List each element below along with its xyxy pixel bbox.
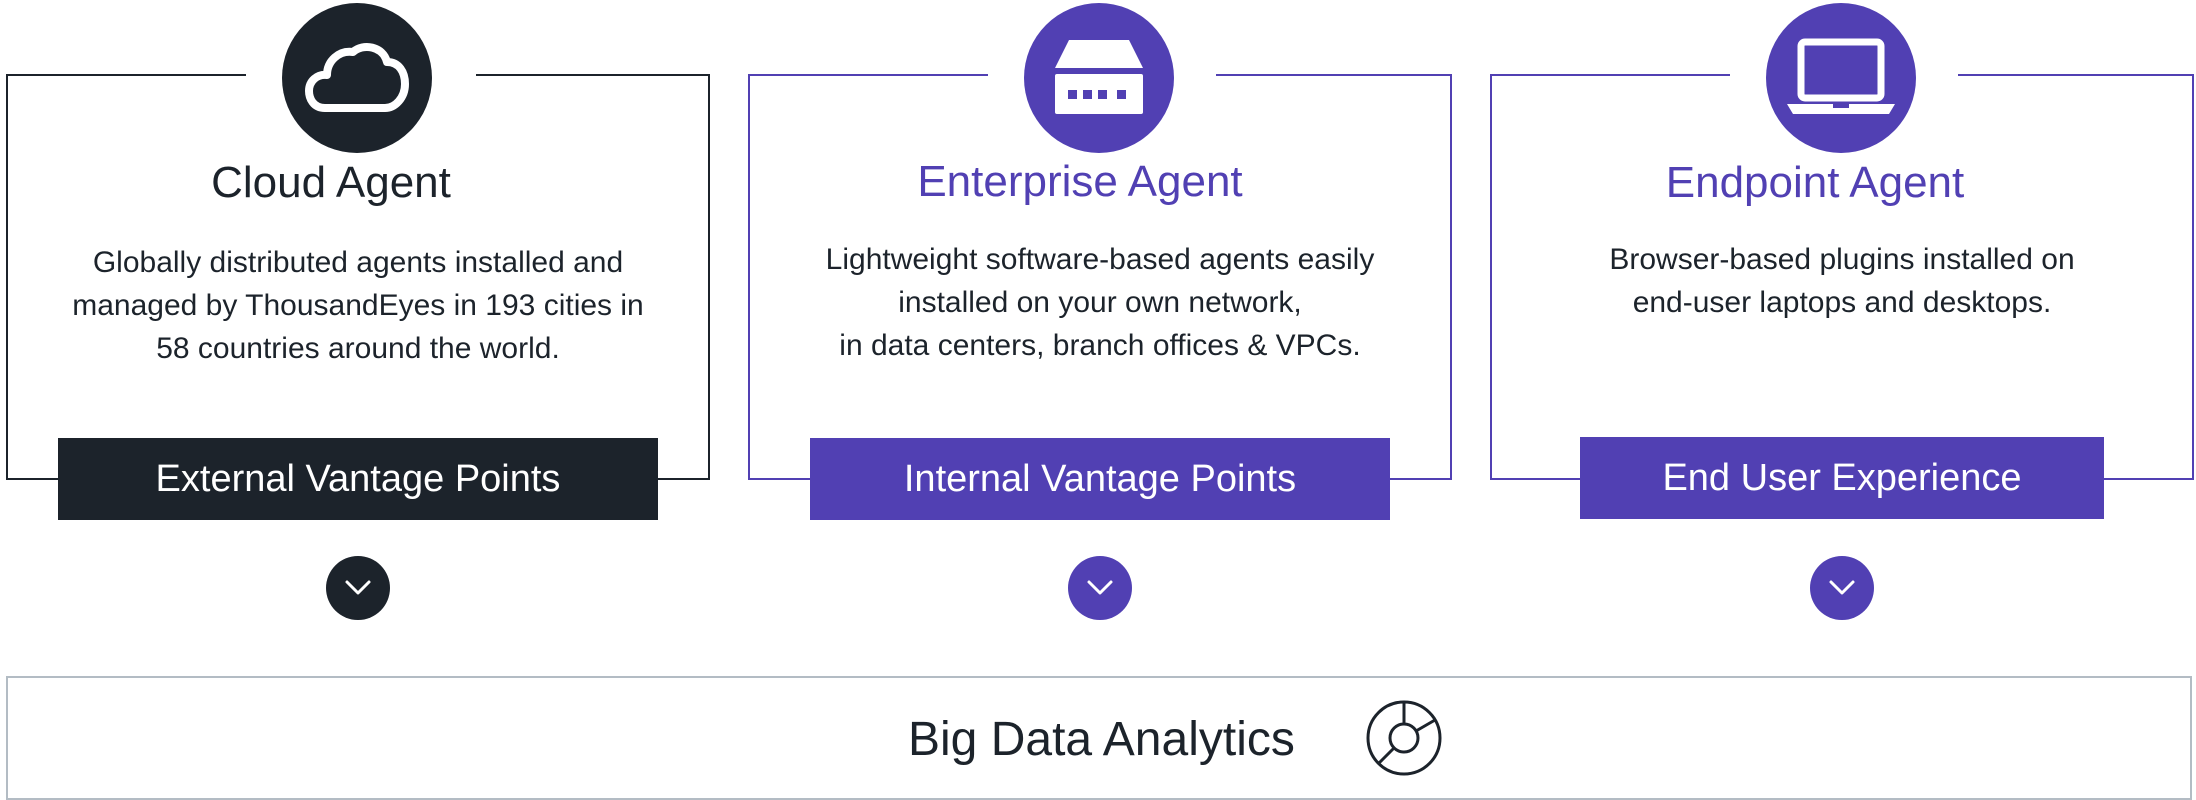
endpoint-agent-desc-line: Browser-based plugins installed on — [1609, 243, 2075, 276]
enterprise-agent-description: Lightweight software-based agents easily… — [748, 238, 1452, 367]
end-user-experience-banner: End User Experience — [1580, 437, 2104, 519]
enterprise-agent-chevron[interactable] — [1068, 556, 1132, 620]
pie-chart-icon — [1366, 700, 1442, 776]
enterprise-agent-desc-line: in data centers, branch offices & VPCs. — [839, 329, 1361, 362]
external-vantage-points-banner: External Vantage Points — [58, 438, 658, 520]
cloud-icon — [305, 43, 409, 112]
endpoint-agent-description: Browser-based plugins installed on end-u… — [1490, 238, 2194, 324]
internal-vantage-points-banner: Internal Vantage Points — [810, 438, 1390, 520]
chevron-down-icon — [1829, 580, 1855, 595]
endpoint-agent-desc-line: end-user laptops and desktops. — [1632, 286, 2052, 319]
enterprise-agent-desc-line: Lightweight software-based agents easily — [825, 243, 1375, 276]
chevron-down-icon — [345, 580, 371, 595]
cloud-agent-icon-circle — [282, 3, 432, 153]
server-appliance-icon — [1055, 40, 1143, 114]
big-data-analytics-label: Big Data Analytics — [908, 713, 1295, 766]
cloud-agent-chevron[interactable] — [326, 556, 390, 620]
endpoint-agent-chevron[interactable] — [1810, 556, 1874, 620]
endpoint-agent-icon-circle — [1766, 3, 1916, 153]
enterprise-agent-title: Enterprise Agent — [917, 157, 1243, 206]
cloud-agent-desc-line: 58 countries around the world. — [156, 332, 560, 365]
enterprise-agent-icon-circle — [1024, 3, 1174, 153]
cloud-agent-desc-line: managed by ThousandEyes in 193 cities in — [72, 289, 644, 322]
enterprise-agent-desc-line: installed on your own network, — [898, 286, 1302, 319]
cloud-agent-title: Cloud Agent — [211, 158, 451, 207]
cloud-agent-description: Globally distributed agents installed an… — [6, 241, 710, 370]
endpoint-agent-title: Endpoint Agent — [1665, 158, 1965, 207]
chevron-down-icon — [1087, 580, 1113, 595]
laptop-icon — [1787, 38, 1895, 114]
cloud-agent-desc-line: Globally distributed agents installed an… — [92, 246, 624, 279]
